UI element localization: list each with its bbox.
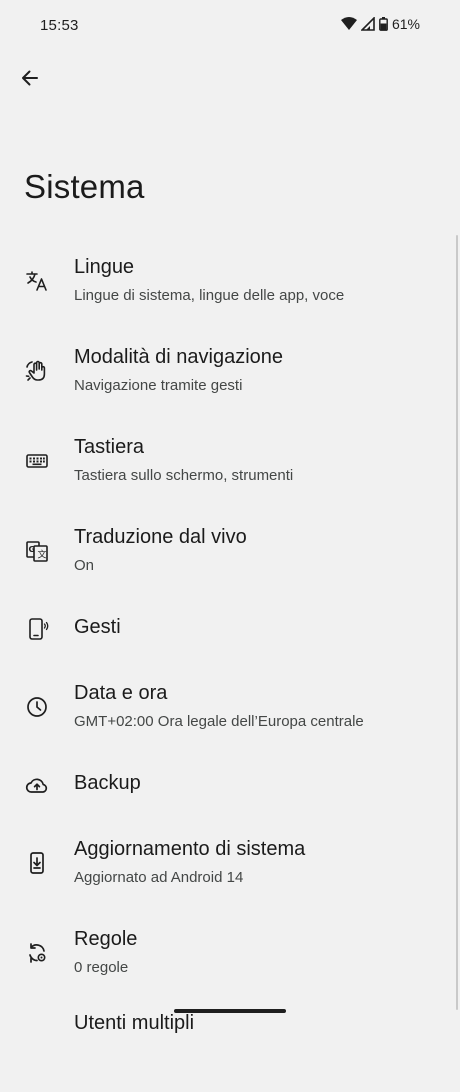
translate-icon	[24, 268, 50, 294]
settings-list: Lingue Lingue di sistema, lingue delle a…	[0, 240, 456, 1092]
setting-title: Data e ora	[74, 682, 168, 704]
status-bar: 15:53 61%	[0, 0, 460, 52]
setting-title: Tastiera	[74, 436, 145, 458]
setting-subtitle: Aggiornato ad Android 14	[74, 869, 244, 886]
setting-item-keyboard[interactable]: Tastiera Tastiera sullo schermo, strumen…	[0, 420, 456, 510]
live-translate-icon: G文	[24, 538, 50, 564]
gesture-hand-icon	[24, 358, 50, 384]
setting-subtitle: GMT+02:00 Ora legale dell’Europa central…	[74, 713, 364, 730]
clock-icon	[24, 694, 50, 720]
setting-item-navigation-mode[interactable]: Modalità di navigazione Navigazione tram…	[0, 330, 456, 420]
setting-item-live-translate[interactable]: G文 Traduzione dal vivo On	[0, 510, 456, 600]
svg-text:G: G	[29, 545, 36, 554]
setting-title: Traduzione dal vivo	[74, 526, 247, 548]
setting-title: Aggiornamento di sistema	[74, 838, 306, 860]
setting-item-multiple-users[interactable]: Utenti multipli	[0, 1002, 456, 1092]
setting-item-gestures[interactable]: Gesti	[0, 600, 456, 666]
wifi-icon	[340, 17, 357, 31]
phone-gesture-icon	[24, 616, 50, 642]
battery-icon	[379, 17, 388, 31]
setting-title: Lingue	[74, 256, 135, 278]
page-title: Sistema	[24, 168, 145, 205]
arrow-back-icon	[20, 68, 40, 93]
keyboard-icon	[24, 448, 50, 474]
setting-subtitle: Lingue di sistema, lingue delle app, voc…	[74, 287, 345, 304]
signal-icon	[360, 17, 375, 31]
rules-icon	[24, 940, 50, 966]
back-button[interactable]	[14, 64, 46, 96]
setting-subtitle: Tastiera sullo schermo, strumenti	[74, 467, 294, 484]
svg-text:文: 文	[38, 549, 47, 561]
cloud-upload-icon	[24, 772, 50, 798]
battery-percent: 61%	[391, 16, 420, 32]
setting-item-lingue[interactable]: Lingue Lingue di sistema, lingue delle a…	[0, 240, 456, 330]
setting-title: Regole	[74, 928, 138, 950]
setting-title: Backup	[74, 772, 141, 794]
setting-title: Modalità di navigazione	[74, 346, 284, 368]
gesture-nav-handle[interactable]	[174, 1009, 286, 1013]
setting-title: Gesti	[74, 616, 121, 638]
system-update-icon	[24, 850, 50, 876]
setting-item-rules[interactable]: Regole 0 regole	[0, 912, 456, 1002]
setting-item-date-time[interactable]: Data e ora GMT+02:00 Ora legale dell’Eur…	[0, 666, 456, 756]
status-icons: 61%	[340, 16, 420, 32]
scrollbar[interactable]	[456, 235, 458, 1010]
setting-item-backup[interactable]: Backup	[0, 756, 456, 822]
setting-item-system-update[interactable]: Aggiornamento di sistema Aggiornato ad A…	[0, 822, 456, 912]
setting-subtitle: 0 regole	[74, 959, 129, 976]
status-time: 15:53	[40, 17, 79, 34]
setting-subtitle: On	[74, 557, 95, 574]
setting-subtitle: Navigazione tramite gesti	[74, 377, 243, 394]
